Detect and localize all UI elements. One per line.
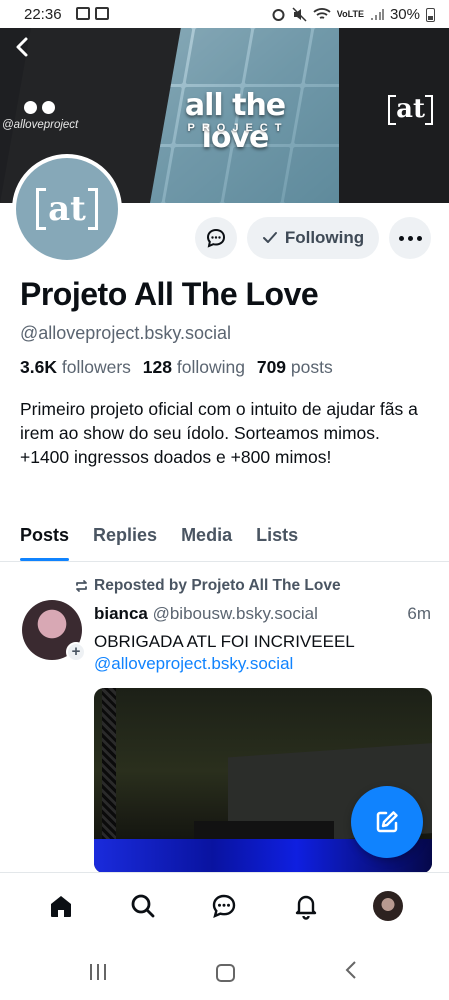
bell-icon xyxy=(296,895,317,920)
home-icon xyxy=(50,895,71,917)
profile-handle: @alloveproject.bsky.social xyxy=(20,323,232,343)
followers-stat[interactable]: 3.6K followers xyxy=(20,357,131,377)
compose-button[interactable] xyxy=(351,786,423,858)
system-back-button[interactable] xyxy=(344,960,358,986)
check-icon xyxy=(262,232,277,243)
banner-subtitle: PROJECT xyxy=(187,122,289,134)
gallery-icon xyxy=(76,7,90,20)
post-author-name: bianca xyxy=(94,604,148,623)
followers-label: followers xyxy=(61,357,131,377)
wifi-icon xyxy=(313,8,331,19)
repost-indicator[interactable]: Reposted by Projeto All The Love xyxy=(74,577,341,595)
more-options-button[interactable] xyxy=(389,217,431,259)
tab-replies[interactable]: Replies xyxy=(93,520,157,561)
search-icon xyxy=(131,894,155,917)
profile-display-name: Projeto All The Love xyxy=(20,276,319,312)
post-mention-link[interactable]: @alloveproject.bsky.social xyxy=(94,654,293,674)
battery-percent: 30% xyxy=(389,6,420,23)
volte-indicator: VoLTE xyxy=(336,9,364,19)
back-chevron-icon xyxy=(345,961,356,979)
tab-posts[interactable]: Posts xyxy=(20,520,70,561)
posts-label: posts xyxy=(290,357,333,377)
post-text: OBRIGADA ATL FOI INCRIVEEEL xyxy=(94,632,355,651)
profile-avatar[interactable]: at xyxy=(12,154,122,264)
chat-icon xyxy=(213,894,236,918)
post-author-handle: @bibousw.bsky.social xyxy=(152,604,318,623)
following-stat[interactable]: 128 following xyxy=(143,357,245,377)
posts-stat: 709 posts xyxy=(257,357,333,377)
follow-plus-icon[interactable]: + xyxy=(66,642,86,662)
banner-handle: @alloveproject xyxy=(2,119,79,131)
signal-icon xyxy=(370,8,384,20)
following-count: 128 xyxy=(142,357,172,377)
status-notification-icons xyxy=(76,7,109,20)
battery-icon xyxy=(426,7,435,22)
message-button[interactable] xyxy=(195,217,237,259)
chat-bubble-icon xyxy=(206,228,226,248)
media-icon xyxy=(95,7,109,20)
instagram-icon xyxy=(42,101,55,114)
profile-bio: Primeiro projeto oficial com o intuito d… xyxy=(20,399,418,467)
mute-icon xyxy=(292,7,307,22)
recent-apps-button[interactable] xyxy=(90,964,106,980)
alarm-icon xyxy=(272,9,285,21)
avatar-logo-text: at xyxy=(48,189,86,229)
repost-icon xyxy=(76,580,87,592)
tab-media[interactable]: Media xyxy=(181,520,232,561)
profile-tabs: Posts Replies Media Lists xyxy=(0,520,449,562)
banner-logo: at xyxy=(388,94,433,125)
back-button[interactable] xyxy=(10,36,36,62)
post-header[interactable]: bianca @bibousw.bsky.social xyxy=(94,604,318,624)
bottom-navigation xyxy=(0,872,449,938)
tab-lists[interactable]: Lists xyxy=(256,520,298,561)
post-timestamp: 6m xyxy=(407,604,431,623)
posts-count: 709 xyxy=(256,357,287,377)
nav-profile[interactable] xyxy=(368,886,408,926)
chevron-left-icon xyxy=(16,37,28,57)
nav-search[interactable] xyxy=(123,886,163,926)
banner-social-icons xyxy=(24,101,55,114)
repost-label: Reposted by Projeto All The Love xyxy=(94,577,341,594)
status-bar: 22:36 VoLTE 30% xyxy=(0,0,449,30)
banner-logo-text: at xyxy=(396,94,425,124)
nav-home[interactable] xyxy=(41,886,81,926)
system-navigation-bar xyxy=(0,940,449,1000)
following-stat-label: following xyxy=(176,357,245,377)
status-right-group: VoLTE 30% xyxy=(271,6,435,23)
profile-stats: 3.6K followers 128 following 709 posts xyxy=(20,357,333,378)
following-button[interactable]: Following xyxy=(247,217,379,259)
post-author-avatar[interactable]: + xyxy=(22,600,86,662)
followers-count: 3.6K xyxy=(20,357,57,377)
ellipsis-icon xyxy=(398,235,422,241)
avatar-logo: at xyxy=(36,188,98,230)
twitter-icon xyxy=(24,101,37,114)
nav-profile-avatar xyxy=(373,890,404,921)
status-time: 22:36 xyxy=(24,6,62,23)
home-button[interactable] xyxy=(216,964,235,982)
nav-notifications[interactable] xyxy=(286,886,326,926)
compose-icon xyxy=(376,811,398,833)
nav-chat[interactable] xyxy=(204,886,244,926)
following-label: Following xyxy=(284,228,365,247)
